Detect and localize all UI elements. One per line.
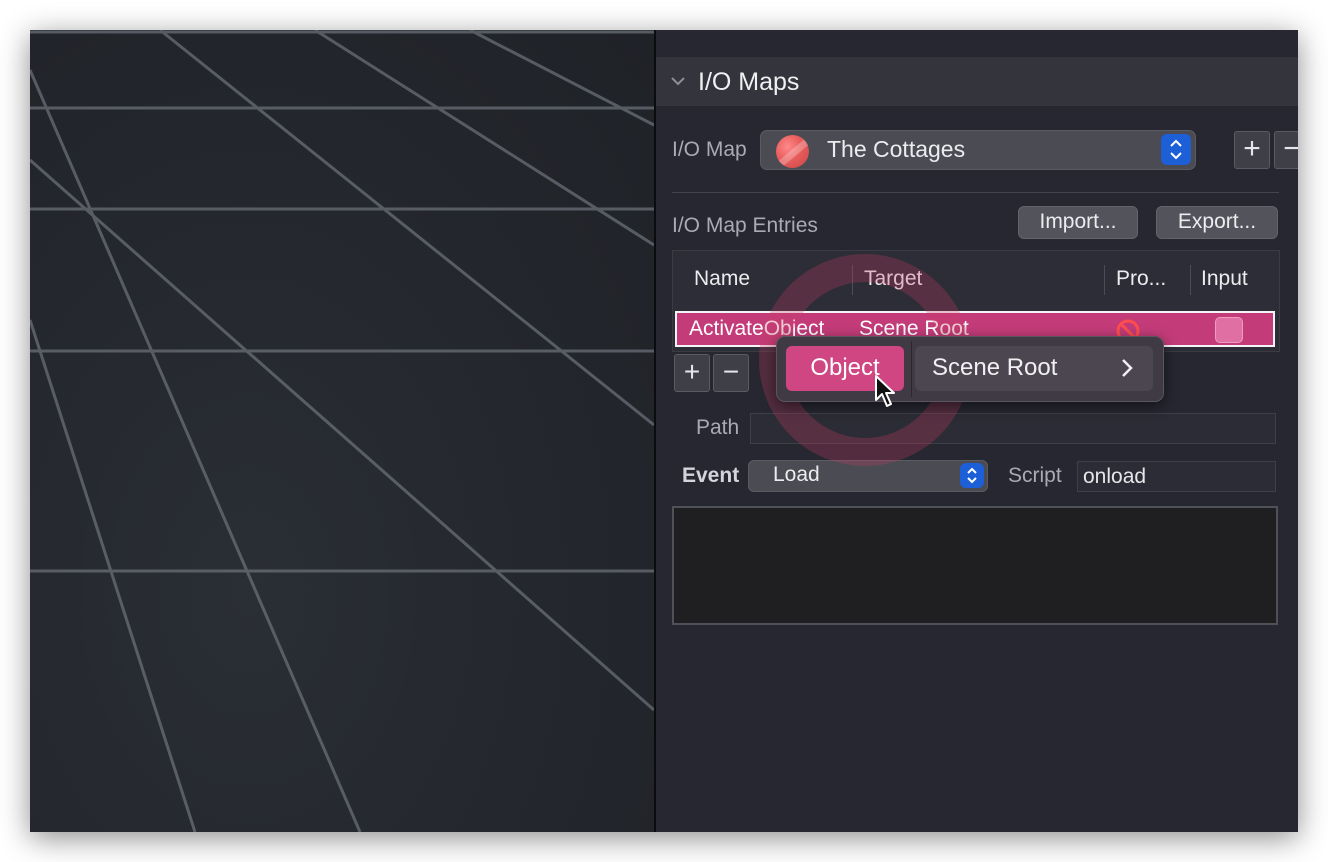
- entries-label: I/O Map Entries: [672, 214, 818, 237]
- menu-item-scene-root[interactable]: Scene Root: [915, 346, 1153, 391]
- separator: [672, 192, 1279, 193]
- script-editor[interactable]: [672, 506, 1278, 625]
- red-ball-icon: [776, 135, 809, 168]
- io-map-label: I/O Map: [672, 138, 747, 161]
- remove-entry-button[interactable]: −: [713, 354, 749, 392]
- up-down-chevron-icon: [960, 463, 984, 488]
- import-button[interactable]: Import...: [1018, 206, 1138, 239]
- export-button[interactable]: Export...: [1156, 206, 1278, 239]
- menu-separator: [911, 341, 912, 397]
- input-checkbox[interactable]: [1215, 317, 1243, 343]
- script-label: Script: [1008, 464, 1062, 487]
- menu-item-scene-root-label: Scene Root: [932, 354, 1058, 381]
- column-header-input[interactable]: Input: [1201, 267, 1248, 291]
- up-down-chevron-icon: [1161, 134, 1191, 165]
- target-context-menu: Object Scene Root: [776, 336, 1164, 402]
- column-separator: [1190, 265, 1191, 295]
- mouse-cursor-icon: [875, 375, 895, 407]
- scene-viewport[interactable]: [30, 30, 654, 832]
- event-selected: Load: [773, 463, 820, 486]
- column-header-name[interactable]: Name: [694, 267, 750, 291]
- viewport-grid: [30, 30, 654, 832]
- chevron-down-icon: [671, 77, 685, 86]
- column-header-pro[interactable]: Pro...: [1116, 267, 1166, 291]
- event-label: Event: [682, 464, 740, 487]
- io-maps-section-header[interactable]: I/O Maps: [656, 57, 1298, 106]
- remove-io-map-button[interactable]: −: [1274, 131, 1298, 169]
- column-separator: [852, 265, 853, 295]
- script-field[interactable]: onload: [1077, 461, 1276, 492]
- column-separator: [1104, 265, 1105, 295]
- add-io-map-button[interactable]: +: [1234, 131, 1270, 169]
- app-window: I/O Maps I/O Map The Cottages + − I/O Ma…: [30, 30, 1298, 832]
- chevron-right-icon: [1122, 359, 1133, 377]
- event-popup[interactable]: Load: [748, 460, 988, 492]
- add-entry-button[interactable]: +: [674, 354, 710, 392]
- io-map-popup[interactable]: The Cottages: [760, 130, 1196, 170]
- io-map-selected: The Cottages: [827, 136, 966, 162]
- column-header-target[interactable]: Target: [864, 267, 922, 291]
- path-field[interactable]: [750, 413, 1276, 444]
- inspector-panel: I/O Maps I/O Map The Cottages + − I/O Ma…: [656, 30, 1298, 832]
- section-title: I/O Maps: [698, 68, 800, 96]
- path-label: Path: [696, 416, 740, 439]
